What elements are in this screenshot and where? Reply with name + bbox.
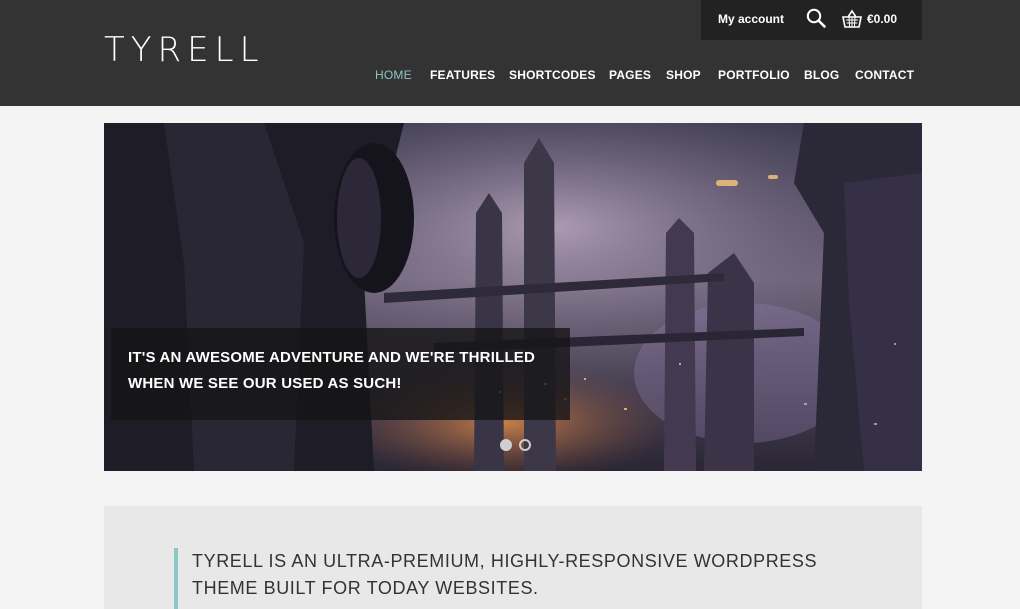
intro-section: TYRELL IS AN ULTRA-PREMIUM, HIGHLY-RESPO… [104,506,922,609]
slide-dot-2[interactable] [519,439,531,451]
slide-caption: IT'S AN AWESOME ADVENTURE AND WE'RE THRI… [111,328,570,420]
intro-quote: TYRELL IS AN ULTRA-PREMIUM, HIGHLY-RESPO… [174,548,817,609]
nav-item-blog[interactable]: BLOG [804,68,839,82]
nav-item-portfolio[interactable]: PORTFOLIO [718,68,790,82]
nav-item-home[interactable]: HOME [375,68,412,82]
nav-item-contact[interactable]: CONTACT [855,68,914,82]
nav-item-pages[interactable]: PAGES [609,68,651,82]
hero-slider[interactable]: IT'S AN AWESOME ADVENTURE AND WE'RE THRI… [104,123,922,471]
caption-line-2: WHEN WE SEE OUR USED AS SUCH! [128,375,402,392]
my-account-link[interactable]: My account [718,12,784,26]
nav-item-shortcodes[interactable]: SHORTCODES [509,68,596,82]
cart-total: €0.00 [867,12,898,26]
caption-line-1: IT'S AN AWESOME ADVENTURE AND WE'RE THRI… [128,349,536,366]
cart-button[interactable]: €0.00 [842,8,897,30]
slider-pagination [500,439,531,451]
basket-icon [842,9,862,28]
nav-item-shop[interactable]: SHOP [666,68,701,82]
intro-line-1: TYRELL IS AN ULTRA-PREMIUM, HIGHLY-RESPO… [192,551,818,571]
search-icon[interactable] [805,7,827,29]
site-header: TYRELL My account €0.00 HOME FEATURES SH… [0,0,1020,106]
account-bar: My account €0.00 [701,0,922,40]
main-nav: HOME FEATURES SHORTCODES PAGES SHOP PORT… [0,68,1020,84]
nav-item-features[interactable]: FEATURES [430,68,495,82]
site-logo[interactable]: TYRELL [104,30,265,70]
intro-line-2: THEME BUILT FOR TODAY WEBSITES. [192,578,539,598]
slide-dot-1[interactable] [500,439,512,451]
